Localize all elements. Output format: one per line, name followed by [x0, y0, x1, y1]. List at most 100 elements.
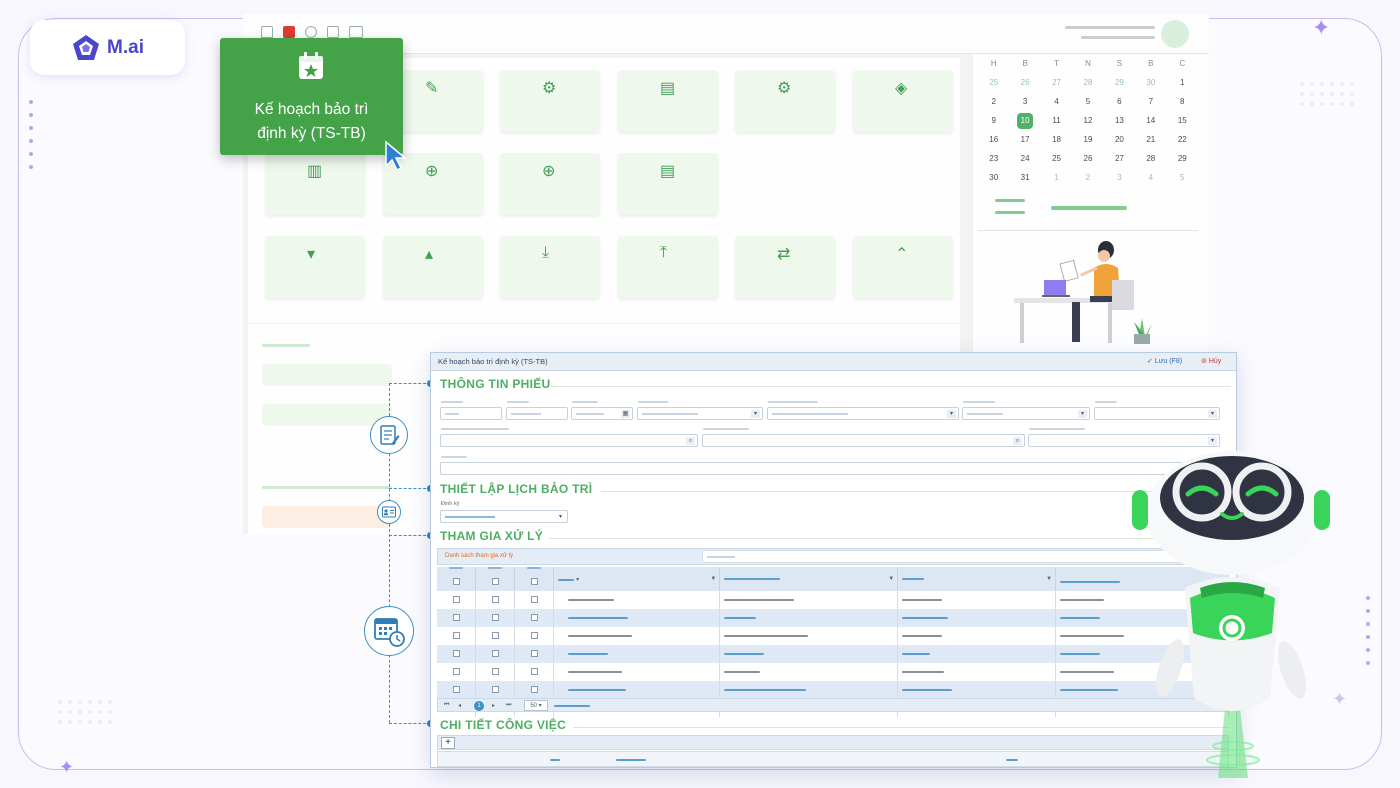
row-checkbox[interactable]	[452, 632, 460, 640]
calendar-day[interactable]: 12	[1072, 111, 1103, 130]
next-page-icon[interactable]: ▸	[492, 702, 495, 709]
date-input[interactable]: ▦	[571, 407, 633, 420]
calendar-day[interactable]: 21	[1135, 130, 1166, 149]
save-button[interactable]: ✓ Lưu (F8)	[1147, 357, 1182, 365]
calendar-day[interactable]: 3	[1104, 168, 1135, 187]
calendar-day[interactable]: 6	[1104, 92, 1135, 111]
table-header-column[interactable]: ▼	[719, 567, 899, 591]
function-tile[interactable]: ⤓	[500, 236, 600, 298]
calendar-day-today[interactable]: 10	[1009, 111, 1040, 130]
row-checkbox[interactable]	[491, 596, 499, 604]
lookup-input[interactable]: ⌕	[440, 434, 698, 447]
table-header-column[interactable]: ▾ ▼	[553, 567, 721, 591]
calendar-day[interactable]: 2	[1072, 168, 1103, 187]
maintenance-plan-tile-highlight[interactable]: Kế hoạch bảo trì định kỳ (TS-TB)	[220, 38, 403, 155]
calendar-day[interactable]: 7	[1135, 92, 1166, 111]
page-size-select[interactable]: 50 ▾	[524, 700, 548, 711]
filter-icon[interactable]: ▼	[1046, 576, 1052, 582]
function-tile[interactable]: ⚙	[500, 70, 600, 132]
row-checkbox[interactable]	[452, 596, 460, 604]
calendar-day[interactable]: 5	[1072, 92, 1103, 111]
row-checkbox[interactable]	[491, 632, 499, 640]
form-select[interactable]: ▾	[1028, 434, 1220, 447]
screen-icon[interactable]	[349, 26, 363, 38]
calendar-day[interactable]: 23	[978, 149, 1009, 168]
function-tile[interactable]: ⊕	[500, 153, 600, 215]
calendar-day[interactable]: 26	[1072, 149, 1103, 168]
table-row[interactable]	[437, 627, 1229, 645]
function-tile[interactable]: ⤒	[618, 236, 718, 298]
calendar-day[interactable]: 28	[1072, 73, 1103, 92]
last-page-icon[interactable]: ⏭	[506, 702, 511, 709]
calendar-day[interactable]: 30	[1135, 73, 1166, 92]
function-tile[interactable]: ⌃	[853, 236, 953, 298]
calendar-day[interactable]: 29	[1104, 73, 1135, 92]
function-tile[interactable]: ⚙	[735, 70, 835, 132]
calendar-day[interactable]: 1	[1041, 168, 1072, 187]
row-checkbox[interactable]	[452, 686, 460, 694]
calendar-day[interactable]: 17	[1009, 130, 1040, 149]
calendar-day[interactable]: 18	[1041, 130, 1072, 149]
select-all-checkbox[interactable]	[530, 578, 538, 586]
schedule-period-select[interactable]: ▾	[440, 510, 568, 523]
calendar-day[interactable]: 27	[1104, 149, 1135, 168]
calendar-day[interactable]: 3	[1009, 92, 1040, 111]
select-all-checkbox[interactable]	[452, 578, 460, 586]
row-checkbox[interactable]	[491, 686, 499, 694]
calendar-day[interactable]: 25	[1041, 149, 1072, 168]
search-icon[interactable]: ⌕	[1013, 437, 1022, 445]
row-checkbox[interactable]	[491, 614, 499, 622]
table-row[interactable]	[437, 609, 1229, 627]
calendar-day[interactable]: 13	[1104, 111, 1135, 130]
calendar-day[interactable]: 26	[1009, 73, 1040, 92]
calendar-day[interactable]: 4	[1135, 168, 1166, 187]
calendar-day[interactable]: 20	[1104, 130, 1135, 149]
filter-action-button[interactable]	[262, 506, 392, 528]
row-checkbox[interactable]	[530, 596, 538, 604]
filter-dropdown[interactable]	[262, 364, 392, 386]
form-select[interactable]: ▾	[637, 407, 763, 420]
table-row[interactable]	[437, 681, 1229, 699]
menu-lines-icon[interactable]	[995, 199, 1025, 202]
row-checkbox[interactable]	[530, 614, 538, 622]
calendar-day[interactable]: 14	[1135, 111, 1166, 130]
calendar-day[interactable]: 4	[1041, 92, 1072, 111]
row-checkbox[interactable]	[491, 668, 499, 676]
function-tile[interactable]: ▤	[618, 70, 718, 132]
window-icon[interactable]	[327, 26, 339, 38]
filter-icon[interactable]: ▼	[888, 576, 894, 582]
row-checkbox[interactable]	[530, 632, 538, 640]
form-select[interactable]: ▾	[767, 407, 959, 420]
filter-icon[interactable]: ▼	[710, 576, 716, 582]
function-tile[interactable]: ▾	[265, 236, 365, 298]
calendar-picker-icon[interactable]: ▦	[621, 410, 630, 418]
calendar-day[interactable]: 28	[1135, 149, 1166, 168]
calendar-day[interactable]: 30	[978, 168, 1009, 187]
first-page-icon[interactable]: ⏮	[444, 702, 449, 709]
calendar-day[interactable]: 11	[1041, 111, 1072, 130]
form-input[interactable]	[440, 407, 502, 420]
row-checkbox[interactable]	[452, 650, 460, 658]
calendar-day[interactable]: 5	[1167, 168, 1198, 187]
user-avatar[interactable]	[1161, 20, 1189, 48]
notes-input[interactable]	[440, 462, 1230, 475]
row-checkbox[interactable]	[452, 668, 460, 676]
form-input[interactable]	[506, 407, 568, 420]
home-icon[interactable]	[261, 26, 273, 38]
add-row-button[interactable]: +	[441, 737, 455, 749]
calendar-day[interactable]: 24	[1009, 149, 1040, 168]
row-checkbox[interactable]	[530, 668, 538, 676]
flag-icon[interactable]	[283, 26, 295, 38]
table-header-checkbox[interactable]	[475, 567, 516, 591]
function-tile[interactable]: ▴	[383, 236, 483, 298]
row-checkbox[interactable]	[452, 614, 460, 622]
row-checkbox[interactable]	[530, 686, 538, 694]
table-row[interactable]	[437, 591, 1229, 609]
table-header-checkbox[interactable]	[514, 567, 555, 591]
function-tile[interactable]: ▥	[265, 153, 365, 215]
function-tile[interactable]: ▤	[618, 153, 718, 215]
form-select[interactable]: ▾	[962, 407, 1090, 420]
filter-slider[interactable]	[262, 404, 392, 426]
search-icon[interactable]: ⌕	[686, 437, 695, 445]
calendar-day[interactable]: 31	[1009, 168, 1040, 187]
